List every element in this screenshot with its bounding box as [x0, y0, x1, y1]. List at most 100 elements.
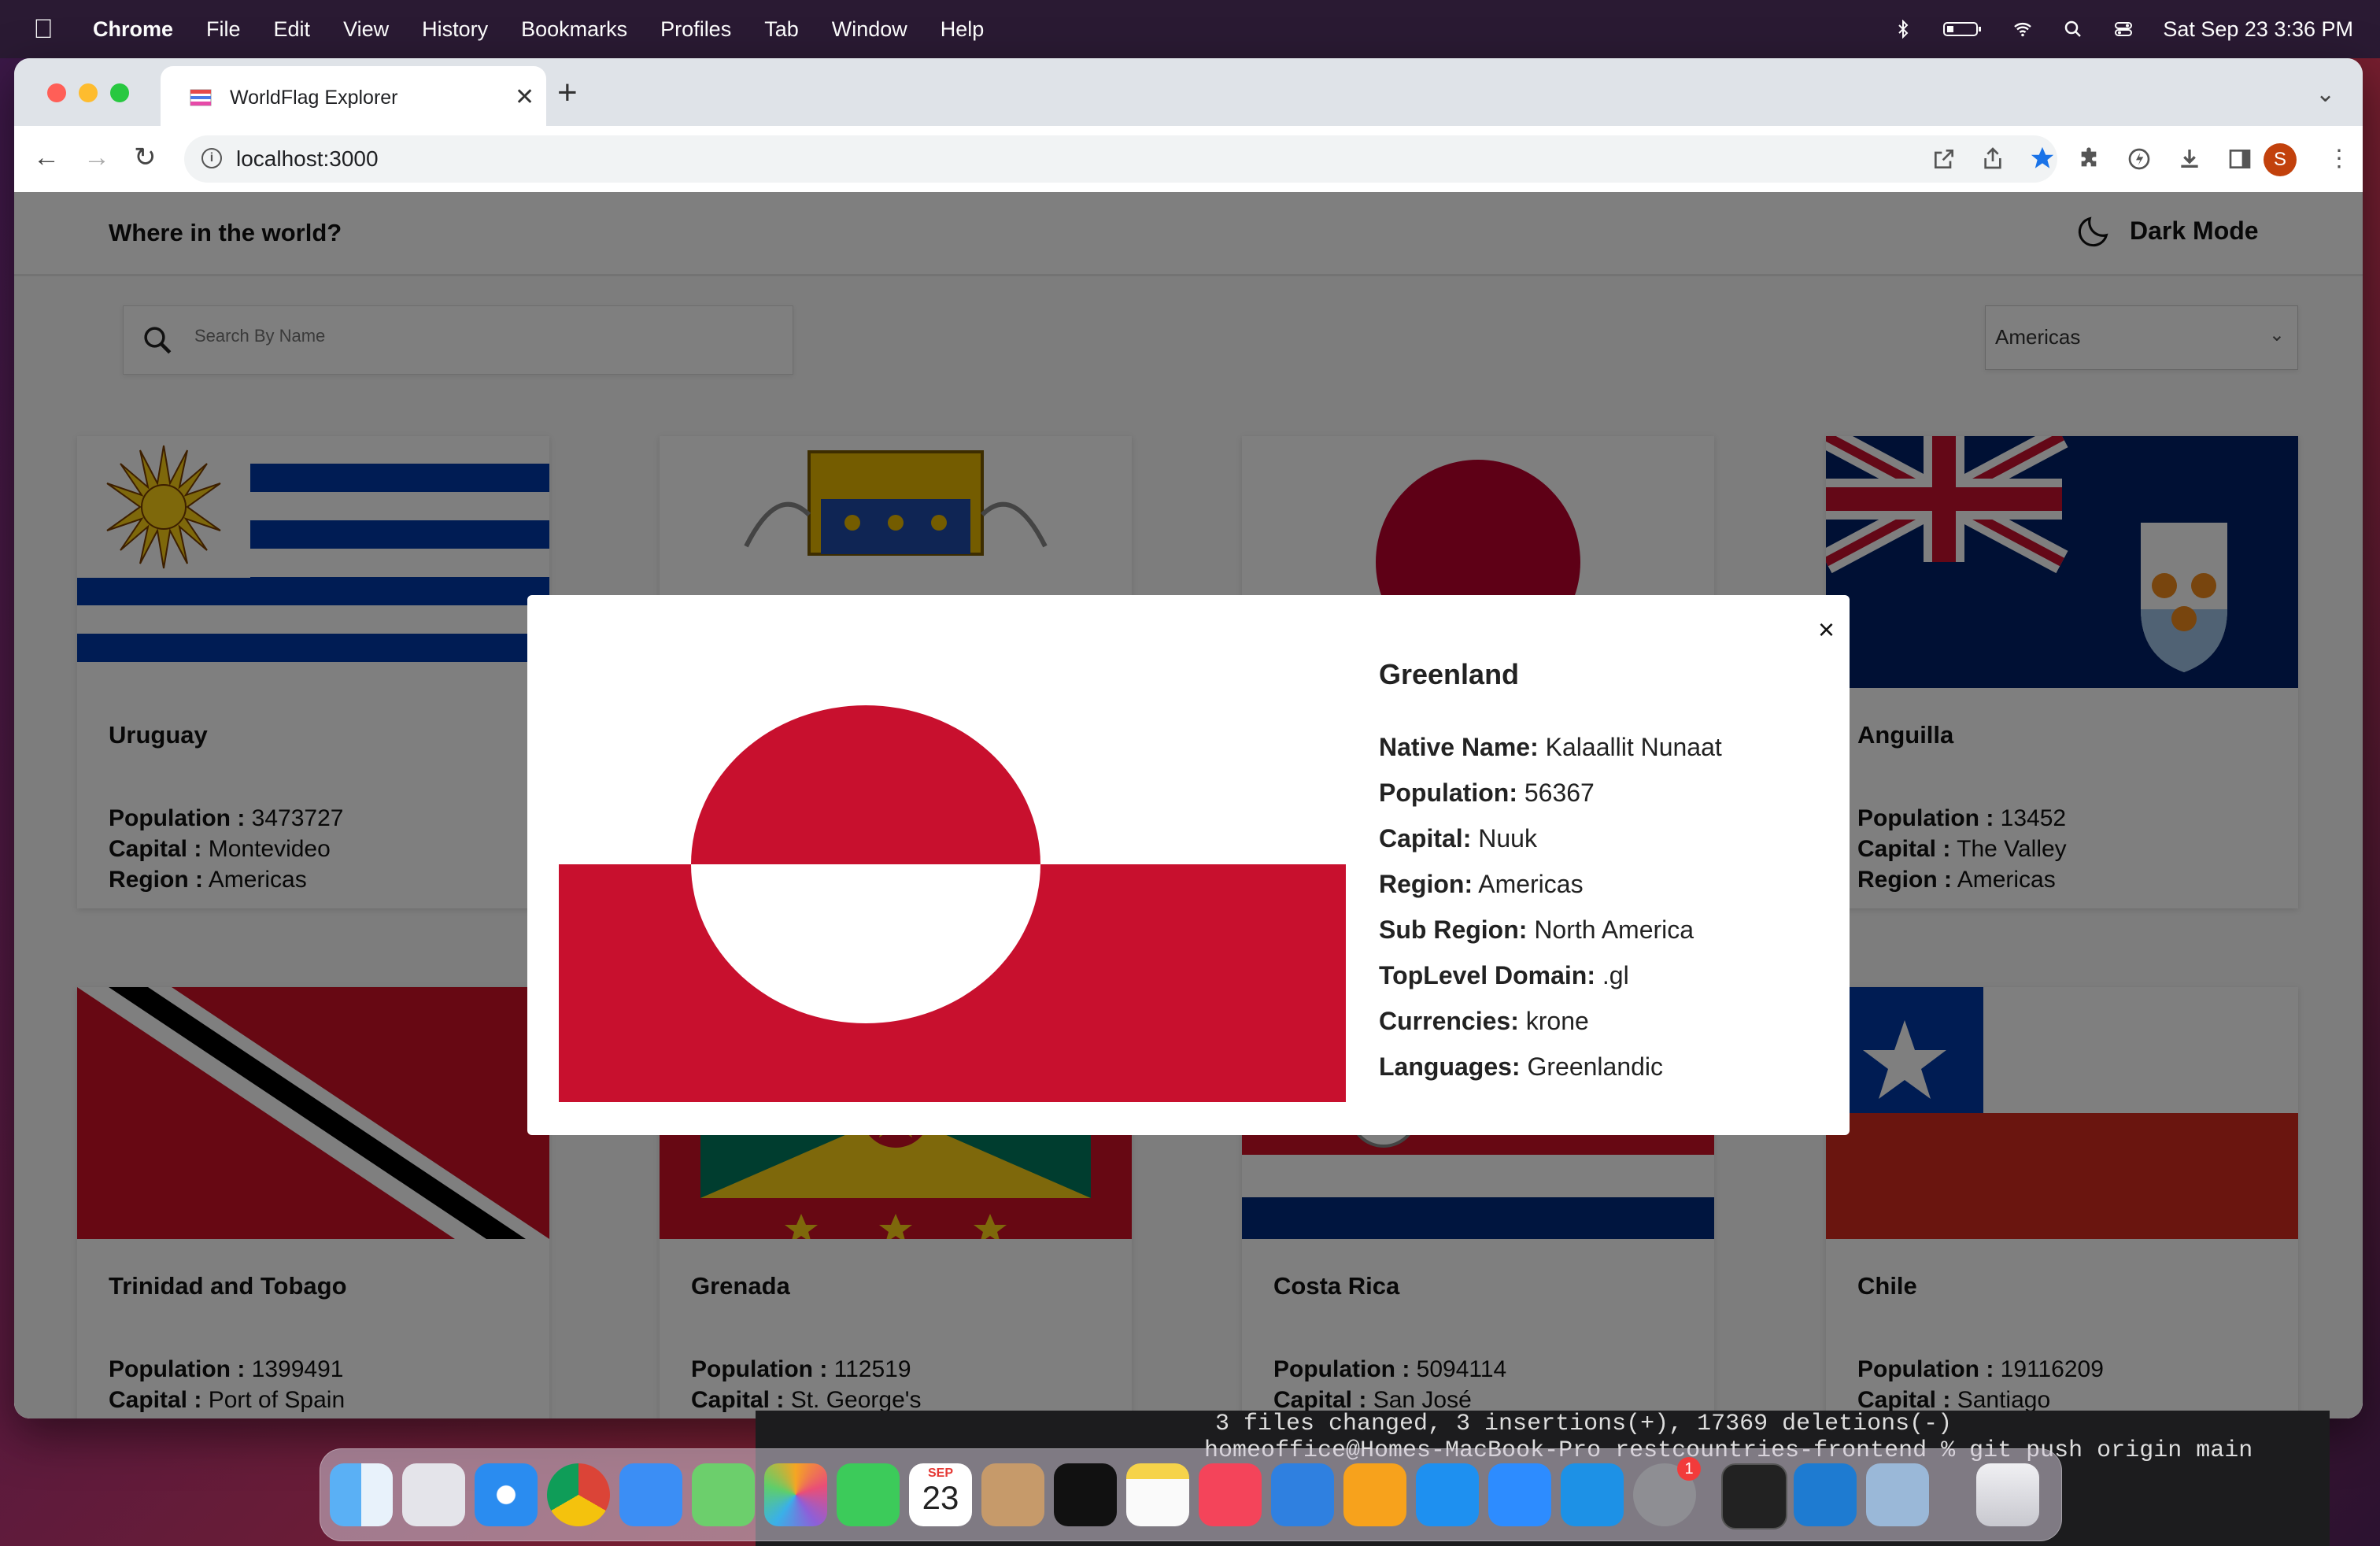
keynote-icon[interactable] [1271, 1463, 1334, 1526]
open-in-app-icon[interactable] [1931, 146, 1957, 172]
detail-value: Kalaallit Nunaat [1545, 733, 1722, 761]
tab-close-icon[interactable]: ✕ [515, 83, 534, 111]
spotlight-search-icon[interactable] [2062, 20, 2084, 39]
safari-icon[interactable] [475, 1463, 538, 1526]
detail-value: Nuuk [1478, 824, 1537, 853]
modal-details-list: Native Name: Kalaallit Nunaat Population… [1379, 730, 1722, 1096]
system-settings-icon[interactable]: 1 [1633, 1457, 1701, 1526]
menu-view[interactable]: View [343, 17, 389, 42]
browser-tab[interactable]: WorldFlag Explorer ✕ [161, 66, 546, 126]
site-info-icon[interactable]: i [201, 148, 222, 168]
menu-profiles[interactable]: Profiles [660, 17, 731, 42]
menu-tab[interactable]: Tab [764, 17, 799, 42]
menu-window[interactable]: Window [832, 17, 907, 42]
tab-favicon-icon [190, 89, 212, 106]
detail-value: 56367 [1524, 779, 1595, 807]
web-page: Where in the world? Dark Mode Americas ⌄ [14, 192, 2363, 1418]
detail-value: .gl [1602, 961, 1629, 989]
detail-label: Currencies: [1379, 1007, 1519, 1035]
terminal-line: 3 files changed, 3 insertions(+), 17369 … [1215, 1411, 1953, 1437]
chrome-menu-kebab-icon[interactable]: ⋮ [2326, 146, 2352, 172]
wifi-icon[interactable] [2012, 20, 2034, 39]
window-zoom-button[interactable] [110, 83, 129, 102]
tab-strip: WorldFlag Explorer ✕ + ⌄ [14, 58, 2363, 126]
detail-value: North America [1534, 915, 1694, 944]
notes-icon[interactable] [1126, 1463, 1189, 1526]
menu-app-name[interactable]: Chrome [93, 17, 173, 42]
menu-help[interactable]: Help [941, 17, 985, 42]
window-close-button[interactable] [47, 83, 66, 102]
profile-avatar[interactable]: S [2264, 143, 2297, 176]
detail-value: Americas [1478, 870, 1584, 898]
address-bar[interactable]: i localhost:3000 [184, 135, 2057, 183]
tab-search-chevron-icon[interactable]: ⌄ [2315, 80, 2335, 108]
app-store-icon[interactable] [1416, 1463, 1479, 1526]
mail-icon[interactable] [619, 1463, 682, 1526]
apple-tv-icon[interactable] [1054, 1463, 1117, 1526]
terminal-icon[interactable] [1721, 1463, 1787, 1529]
calendar-icon[interactable]: SEP 23 [909, 1463, 972, 1526]
side-panel-icon[interactable] [2227, 146, 2252, 172]
detail-value: krone [1525, 1007, 1589, 1035]
bluetooth-icon[interactable] [1892, 20, 1914, 39]
address-url[interactable]: localhost:3000 [236, 146, 379, 172]
detail-label: Sub Region: [1379, 915, 1528, 944]
back-arrow-icon[interactable]: ← [33, 140, 60, 175]
window-minimize-button[interactable] [79, 83, 98, 102]
launchpad-icon[interactable] [402, 1463, 465, 1526]
battery-icon[interactable] [1942, 20, 1983, 39]
reload-icon[interactable]: ↻ [134, 140, 157, 175]
detail-currencies: Currencies: krone [1379, 1004, 1722, 1050]
detail-label: Languages: [1379, 1052, 1521, 1081]
tab-title: WorldFlag Explorer [230, 87, 398, 109]
macos-menubar:  Chrome File Edit View History Bookmark… [0, 0, 2380, 58]
contacts-icon[interactable] [981, 1463, 1044, 1526]
detail-label: Capital: [1379, 824, 1472, 853]
new-tab-plus-icon[interactable]: + [557, 76, 578, 110]
chrome-icon[interactable] [547, 1463, 610, 1526]
forward-arrow-icon[interactable]: → [83, 140, 110, 175]
menubar-clock[interactable]: Sat Sep 23 3:36 PM [2163, 17, 2353, 42]
music-icon[interactable] [1199, 1463, 1262, 1526]
menu-history[interactable]: History [422, 17, 488, 42]
settings-badge: 1 [1677, 1457, 1701, 1481]
download-icon[interactable] [2177, 146, 2202, 172]
extensions-puzzle-icon[interactable] [2076, 146, 2101, 172]
bookmark-star-icon[interactable] [2029, 145, 2056, 172]
detail-value: Greenlandic [1527, 1052, 1664, 1081]
greenland-flag [559, 627, 1346, 1102]
zoom-icon[interactable] [1488, 1463, 1551, 1526]
performance-icon[interactable] [2127, 146, 2152, 172]
control-center-icon[interactable] [2112, 20, 2134, 39]
detail-native-name: Native Name: Kalaallit Nunaat [1379, 730, 1722, 776]
menu-bookmarks[interactable]: Bookmarks [521, 17, 627, 42]
docker-icon[interactable] [1561, 1463, 1624, 1526]
share-icon[interactable] [1980, 145, 2005, 172]
detail-capital: Capital: Nuuk [1379, 822, 1722, 867]
detail-label: TopLevel Domain: [1379, 961, 1595, 989]
modal-close-button[interactable]: × [1818, 616, 1835, 644]
detail-label: Native Name: [1379, 733, 1539, 761]
calendar-day: 23 [922, 1479, 959, 1516]
detail-languages: Languages: Greenlandic [1379, 1050, 1722, 1096]
modal-country-name: Greenland [1379, 658, 1520, 690]
browser-toolbar: ← → ↻ i localhost:3000 S ⋮ [14, 126, 2363, 193]
chrome-window: WorldFlag Explorer ✕ + ⌄ ← → ↻ i localho… [14, 58, 2363, 1418]
detail-population: Population: 56367 [1379, 776, 1722, 822]
menu-edit[interactable]: Edit [274, 17, 311, 42]
detail-label: Population: [1379, 779, 1517, 807]
pages-icon[interactable] [1343, 1463, 1406, 1526]
menu-file[interactable]: File [206, 17, 241, 42]
trash-icon[interactable] [1976, 1463, 2039, 1526]
preview-icon[interactable] [1866, 1463, 1929, 1526]
vscode-icon[interactable] [1794, 1463, 1857, 1526]
detail-label: Region: [1379, 870, 1473, 898]
detail-top-level-domain: TopLevel Domain: .gl [1379, 959, 1722, 1004]
macos-dock: SEP 23 1 [320, 1448, 2062, 1541]
finder-icon[interactable] [330, 1463, 393, 1526]
apple-menu-icon[interactable]:  [30, 14, 57, 45]
maps-icon[interactable] [692, 1463, 755, 1526]
facetime-icon[interactable] [837, 1463, 900, 1526]
photos-icon[interactable] [764, 1463, 827, 1526]
detail-region: Region: Americas [1379, 867, 1722, 913]
